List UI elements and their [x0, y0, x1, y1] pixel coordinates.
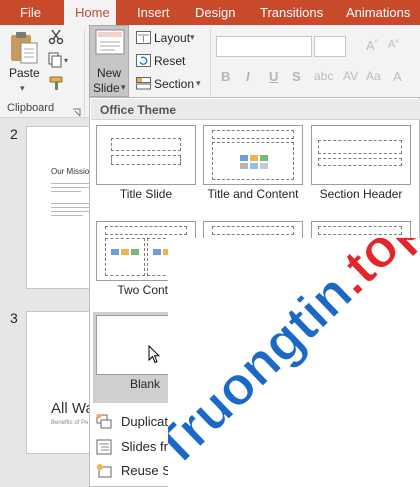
font-name-select[interactable]: [216, 36, 312, 57]
italic-button[interactable]: I: [246, 69, 250, 84]
strikethrough-icon[interactable]: abc: [314, 69, 333, 83]
new-slide-icon: [95, 29, 125, 60]
ribbon-divider: [84, 29, 85, 115]
text-line: [51, 203, 89, 204]
clear-formatting-icon[interactable]: A: [393, 69, 402, 84]
slide-thumbnail-subtitle: Benefits of Pe: [51, 420, 89, 426]
tab-animations[interactable]: Animations: [346, 0, 410, 25]
layout-label: Title and Content: [207, 187, 299, 201]
svg-text:▾: ▾: [64, 56, 68, 65]
svg-text:Truongtin.top: Truongtin.top: [168, 238, 420, 479]
bold-button[interactable]: B: [221, 69, 230, 84]
watermark: Truongtin.top: [168, 238, 420, 487]
layout-button[interactable]: Layout: [154, 31, 190, 45]
reset-button[interactable]: Reset: [154, 54, 185, 68]
tab-design[interactable]: Design: [195, 0, 235, 25]
shadow-button[interactable]: S: [292, 69, 301, 84]
text-line: [51, 187, 89, 188]
ribbon-tab-bar: File Home Insert Design Transitions Anim…: [0, 0, 420, 25]
underline-button[interactable]: U: [269, 69, 278, 84]
outline-icon: [96, 439, 112, 455]
format-painter-icon[interactable]: [48, 75, 66, 96]
new-slide-label-line1: New: [97, 66, 122, 80]
tab-home[interactable]: Home: [64, 0, 116, 25]
paste-icon[interactable]: [9, 31, 39, 70]
paste-chevron-down-icon[interactable]: ▾: [20, 83, 25, 94]
slide-thumbnail-pane: 2 Our Missio 3 All Wa Benefits of Pe: [0, 118, 90, 487]
reset-icon[interactable]: [136, 54, 151, 72]
tab-transitions[interactable]: Transitions: [260, 0, 323, 25]
section-icon[interactable]: [136, 77, 151, 95]
new-slide-chevron-down-icon: ▾: [121, 82, 126, 92]
layout-preview: [311, 125, 411, 185]
character-spacing-icon[interactable]: AV: [343, 69, 358, 83]
mouse-cursor-icon: [148, 344, 161, 369]
watermark-logo: Truongtin.top: [168, 238, 420, 479]
decrease-font-icon[interactable]: Av: [388, 38, 399, 51]
slide-number: 2: [10, 126, 18, 142]
layout-preview: [96, 125, 196, 185]
slide-thumbnail-title: All Wa: [51, 400, 90, 417]
reuse-slides-icon: [96, 463, 112, 479]
clipboard-group-label: Clipboard: [7, 102, 55, 114]
dropdown-header: Office Theme: [91, 99, 420, 120]
office-theme-title: Office Theme: [100, 103, 177, 117]
cut-icon[interactable]: [48, 29, 64, 50]
paste-button[interactable]: Paste: [9, 66, 40, 80]
layout-label: Title Slide: [119, 187, 173, 201]
increase-font-icon[interactable]: A^: [366, 38, 378, 53]
layout-icon[interactable]: [136, 31, 151, 49]
layout-preview: [203, 125, 303, 185]
new-slide-button[interactable]: New Slide ▾: [89, 25, 129, 97]
tab-insert[interactable]: Insert: [137, 0, 170, 25]
text-line: [51, 207, 89, 208]
layout-title-and-content[interactable]: Title and Content: [203, 125, 303, 201]
text-line: [51, 183, 89, 184]
layout-chevron-down-icon[interactable]: ▾: [190, 32, 195, 43]
change-case-icon[interactable]: Aa: [366, 69, 381, 83]
slide-number: 3: [10, 310, 18, 326]
section-button[interactable]: Section: [154, 77, 194, 91]
tab-file[interactable]: File: [20, 0, 41, 25]
text-line: [51, 191, 81, 192]
slide-thumbnail[interactable]: Our Missio: [26, 126, 90, 289]
layout-title-slide[interactable]: Title Slide: [96, 125, 196, 201]
section-chevron-down-icon[interactable]: ▾: [196, 78, 201, 89]
text-line: [51, 215, 83, 216]
slide-thumbnail[interactable]: All Wa Benefits of Pe: [26, 311, 90, 454]
duplicate-slide-icon: [96, 413, 112, 430]
layout-section-header[interactable]: Section Header: [311, 125, 411, 201]
layout-label: Section Header: [319, 187, 403, 201]
slide-thumbnail-title: Our Missio: [51, 167, 90, 176]
font-size-select[interactable]: [314, 36, 346, 57]
copy-icon[interactable]: ▾: [48, 52, 70, 73]
text-line: [51, 211, 89, 212]
new-slide-label-line2: Slide: [93, 81, 120, 95]
